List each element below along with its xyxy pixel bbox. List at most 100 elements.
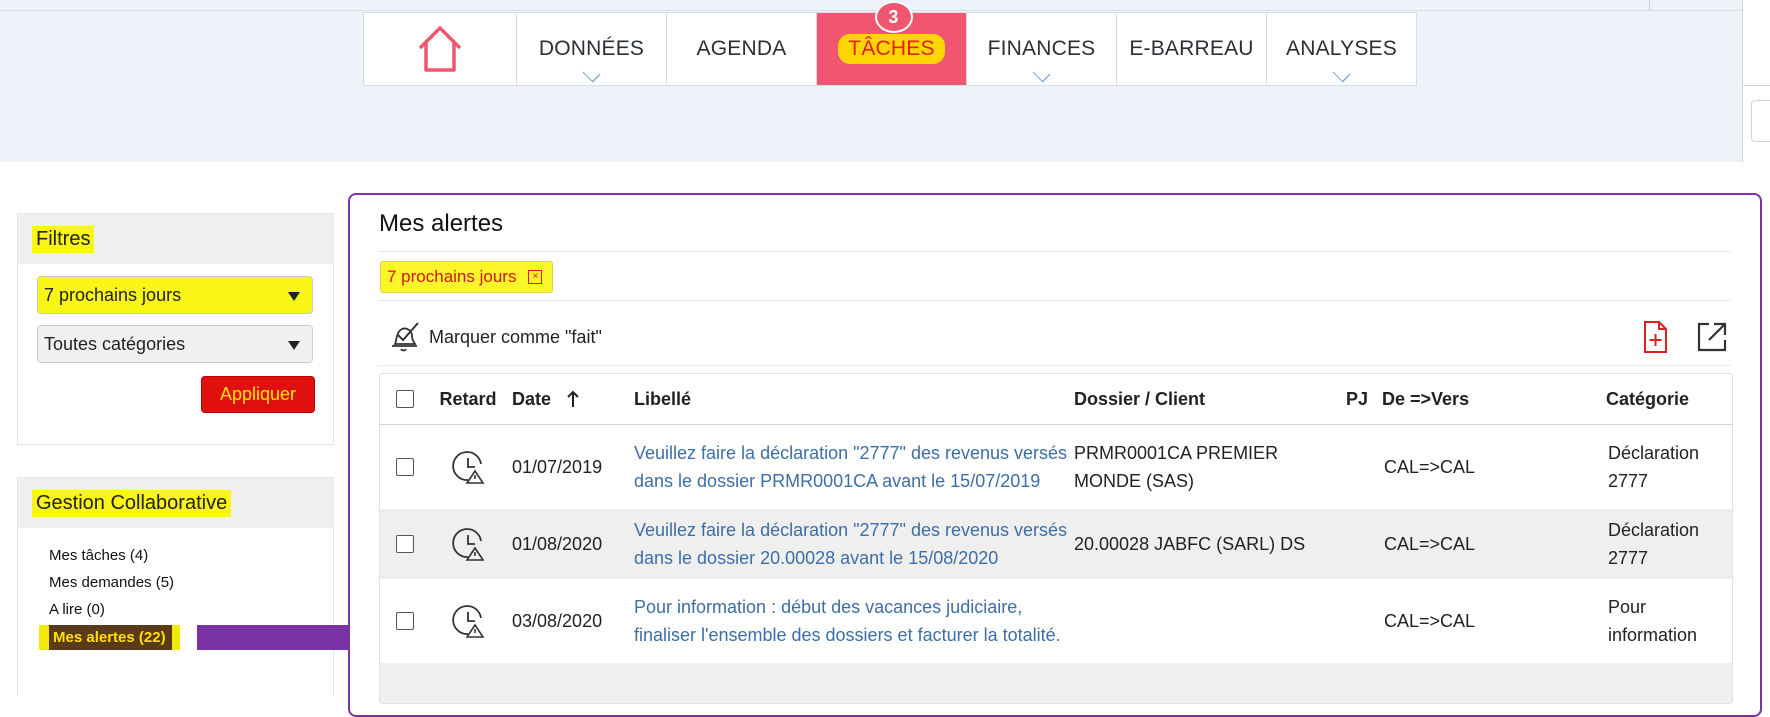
table-header: Retard Date Libellé Dossier / Client PJ … bbox=[380, 374, 1732, 425]
chevron-down-icon bbox=[1032, 64, 1050, 83]
nav-taches-label: TÂCHES bbox=[838, 34, 945, 64]
table-row[interactable]: 01/07/2019 Veuillez faire la déclaration… bbox=[380, 425, 1732, 509]
category-select-value: Toutes catégories bbox=[44, 333, 186, 354]
collab-item-demandes[interactable]: Mes demandes (5) bbox=[49, 569, 333, 596]
table-row[interactable] bbox=[380, 663, 1732, 703]
apply-button[interactable]: Appliquer bbox=[201, 376, 315, 413]
categorie-cell: Pour information bbox=[1608, 597, 1698, 645]
alerts-panel: Mes alertes 7 prochains jours × Marquer … bbox=[348, 193, 1762, 717]
libelle-link[interactable]: Veuillez faire la déclaration "2777" des… bbox=[634, 516, 1074, 572]
date-cell: 01/07/2019 bbox=[512, 456, 603, 477]
page-title: Mes alertes bbox=[379, 210, 504, 237]
col-libelle[interactable]: Libellé bbox=[634, 385, 1074, 413]
mark-done-label: Marquer comme "fait" bbox=[429, 326, 602, 347]
collab-item-alertes[interactable]: Mes alertes (22) bbox=[37, 623, 353, 650]
col-date-label: Date bbox=[512, 388, 552, 409]
alerts-table: Retard Date Libellé Dossier / Client PJ … bbox=[379, 373, 1733, 704]
nav-taches[interactable]: 3 TÂCHES bbox=[817, 1, 967, 85]
col-dossier[interactable]: Dossier / Client bbox=[1074, 385, 1346, 413]
nav-analyses-label: ANALYSES bbox=[1286, 37, 1397, 60]
retard-cell bbox=[430, 450, 506, 484]
col-categorie[interactable]: Catégorie bbox=[1606, 385, 1716, 413]
de-vers-cell: CAL=>CAL bbox=[1384, 610, 1476, 631]
bell-check-icon bbox=[392, 322, 419, 352]
collab-item-alertes-label: Mes alertes (22) bbox=[49, 625, 172, 650]
filters-header: Filtres bbox=[18, 214, 333, 264]
nav-analyses[interactable]: ANALYSES bbox=[1267, 13, 1416, 85]
row-select-cell bbox=[380, 458, 430, 476]
row-checkbox[interactable] bbox=[396, 458, 414, 476]
table-row[interactable]: 03/08/2020 Pour information : début des … bbox=[380, 579, 1732, 663]
active-highlight: Mes alertes (22) bbox=[39, 625, 180, 650]
collab-item-taches[interactable]: Mes tâches (4) bbox=[49, 542, 333, 569]
sort-ascending-icon bbox=[567, 390, 579, 407]
categorie-cell: Déclaration 2777 bbox=[1608, 443, 1700, 491]
nav-home[interactable] bbox=[364, 13, 517, 85]
nav-donnees-label: DONNÉES bbox=[538, 37, 645, 60]
filters-title: Filtres bbox=[32, 225, 95, 253]
de-vers-cell: CAL=>CAL bbox=[1384, 456, 1476, 477]
dossier-cell: 20.00028 JABFC (SARL) DS bbox=[1074, 534, 1306, 554]
date-cell: 01/08/2020 bbox=[512, 533, 603, 554]
mark-done-button[interactable]: Marquer comme "fait" bbox=[387, 320, 602, 354]
nav-agenda-label: AGENDA bbox=[696, 37, 787, 60]
home-icon bbox=[418, 26, 462, 72]
right-edge-panel bbox=[1649, 0, 1770, 162]
retard-cell bbox=[430, 604, 506, 638]
divider bbox=[379, 251, 1731, 252]
nav-finances[interactable]: FINANCES bbox=[967, 13, 1117, 85]
collab-title: Gestion Collaborative bbox=[32, 489, 232, 517]
chevron-down-icon bbox=[582, 64, 600, 83]
nav-ebarreau-label: E-BARREAU bbox=[1129, 37, 1254, 60]
dropdown-arrow-icon bbox=[288, 292, 300, 301]
collab-header: Gestion Collaborative bbox=[18, 478, 333, 528]
active-indicator bbox=[197, 625, 353, 650]
dropdown-arrow-icon bbox=[288, 341, 300, 350]
divider bbox=[1649, 0, 1650, 10]
filters-panel: Filtres 7 prochains jours Toutes catégor… bbox=[17, 213, 334, 445]
libelle-link[interactable]: Pour information : début des vacances ju… bbox=[634, 593, 1074, 649]
side-tab[interactable] bbox=[1743, 0, 1770, 86]
nav-agenda[interactable]: AGENDA bbox=[667, 13, 817, 85]
collab-list: Mes tâches (4) Mes demandes (5) A lire (… bbox=[18, 528, 353, 650]
col-de-vers[interactable]: De =>Vers bbox=[1382, 389, 1606, 410]
add-document-icon[interactable] bbox=[1638, 320, 1672, 354]
period-select[interactable]: 7 prochains jours bbox=[37, 276, 313, 314]
row-select-cell bbox=[380, 612, 430, 630]
close-icon[interactable]: × bbox=[528, 270, 543, 284]
active-filter-chip[interactable]: 7 prochains jours × bbox=[380, 261, 554, 293]
divider bbox=[379, 365, 1731, 366]
de-vers-cell: CAL=>CAL bbox=[1384, 533, 1476, 554]
table-row[interactable]: 01/08/2020 Veuillez faire la déclaration… bbox=[380, 509, 1732, 579]
collab-item-a-lire[interactable]: A lire (0) bbox=[49, 596, 333, 623]
date-cell: 03/08/2020 bbox=[512, 610, 603, 631]
row-checkbox[interactable] bbox=[396, 535, 414, 553]
main-nav: DONNÉES AGENDA 3 TÂCHES FINANCES E-BARRE… bbox=[363, 1, 1417, 86]
collab-panel: Gestion Collaborative Mes tâches (4) Mes… bbox=[17, 477, 353, 696]
chevron-down-icon bbox=[1332, 64, 1350, 83]
overdue-clock-icon bbox=[452, 528, 485, 561]
retard-cell bbox=[430, 527, 506, 561]
nav-finances-label: FINANCES bbox=[987, 37, 1096, 60]
period-select-value: 7 prochains jours bbox=[44, 284, 182, 305]
row-checkbox[interactable] bbox=[396, 612, 414, 630]
overdue-clock-icon bbox=[452, 605, 485, 638]
divider bbox=[379, 300, 1731, 301]
category-select[interactable]: Toutes catégories bbox=[37, 325, 313, 363]
external-link-icon[interactable] bbox=[1695, 320, 1729, 354]
overdue-clock-icon bbox=[452, 451, 485, 484]
row-select-cell bbox=[380, 535, 430, 553]
col-retard[interactable]: Retard bbox=[430, 389, 506, 410]
libelle-link[interactable]: Veuillez faire la déclaration "2777" des… bbox=[634, 439, 1074, 495]
dossier-cell: PRMR0001CA PREMIER MONDE (SAS) bbox=[1074, 443, 1279, 491]
select-all-cell bbox=[380, 390, 430, 408]
col-pj[interactable]: PJ bbox=[1346, 389, 1382, 410]
notification-badge: 3 bbox=[874, 1, 913, 33]
nav-ebarreau[interactable]: E-BARREAU bbox=[1117, 13, 1267, 85]
categorie-cell: Déclaration 2777 bbox=[1608, 520, 1700, 568]
filter-chip-label: 7 prochains jours bbox=[387, 267, 517, 286]
side-handle[interactable] bbox=[1751, 100, 1770, 142]
nav-donnees[interactable]: DONNÉES bbox=[517, 13, 667, 85]
select-all-checkbox[interactable] bbox=[396, 390, 414, 408]
col-date[interactable]: Date bbox=[506, 389, 634, 410]
